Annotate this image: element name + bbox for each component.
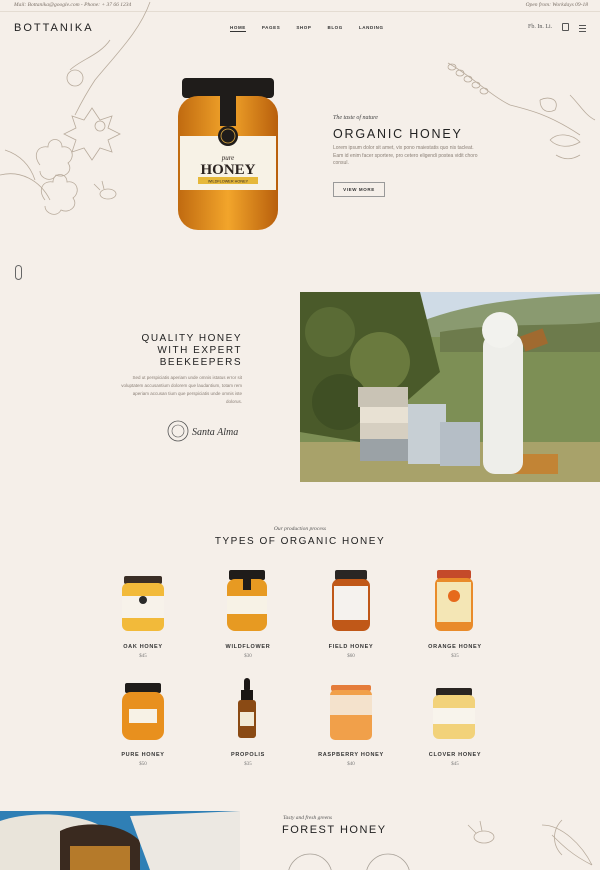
product-name-field-honey[interactable]: FIELD HONEY xyxy=(296,644,406,650)
view-more-button[interactable]: VIEW MORE xyxy=(333,182,385,197)
product-price-clover-honey: $45 xyxy=(451,762,459,767)
nav-pages[interactable]: PAGES xyxy=(262,25,280,32)
jar-label-top: pure xyxy=(221,154,235,162)
product-name-raspberry-honey[interactable]: RASPBERRY HONEY xyxy=(296,752,406,758)
forest-subtitle: Tasty and fresh greens xyxy=(283,815,333,821)
product-name-clover-honey[interactable]: CLOVER HONEY xyxy=(400,752,510,758)
product-price-pure-honey: $50 xyxy=(139,762,147,767)
quality-title-line-2: WITH EXPERT xyxy=(157,345,242,356)
jar-label-sub: WILDFLOWER HONEY xyxy=(208,180,249,184)
product-name-wildflower[interactable]: WILDFLOWER xyxy=(193,644,303,650)
products-title: TYPES OF ORGANIC HONEY xyxy=(214,536,386,547)
hero-title: ORGANIC HONEY xyxy=(333,127,463,141)
product-raspberry-honey-image[interactable] xyxy=(329,685,373,741)
nav-shop[interactable]: SHOP xyxy=(296,25,311,32)
product-price-oak-honey: $45 xyxy=(139,654,147,659)
jar-label-main: HONEY xyxy=(200,162,255,178)
hero-subtitle: The taste of nature xyxy=(333,115,378,121)
product-orange-honey-image[interactable] xyxy=(434,570,474,632)
product-propolis-image[interactable] xyxy=(236,678,258,740)
nav-landing[interactable]: LANDING xyxy=(359,25,384,32)
product-wildflower-image[interactable] xyxy=(226,570,268,632)
product-name-orange-honey[interactable]: ORANGE HONEY xyxy=(400,644,510,650)
beekeeper-photo xyxy=(300,292,600,482)
nav-blog[interactable]: BLOG xyxy=(327,25,342,32)
cart-icon[interactable] xyxy=(562,23,569,31)
product-price-field-honey: $60 xyxy=(347,654,355,659)
main-nav: HOME PAGES SHOP BLOG LANDING xyxy=(230,25,400,32)
product-field-honey-image[interactable] xyxy=(331,570,371,632)
bee-line-art-bottom xyxy=(467,819,593,866)
quality-title-line-3: BEEKEEPERS xyxy=(159,357,242,368)
forest-title: FOREST HONEY xyxy=(282,824,387,836)
product-oak-honey-image[interactable] xyxy=(120,576,166,632)
social-links[interactable]: Fb. In. Li. xyxy=(528,24,552,30)
signature-text: Santa Alma xyxy=(192,427,238,438)
quality-title: QUALITY HONEY WITH EXPERT BEEKEEPERS xyxy=(130,333,242,369)
product-price-raspberry-honey: $40 xyxy=(347,762,355,767)
product-price-wildflower: $30 xyxy=(244,654,252,659)
hero-description: Lorem ipsum dolor sit amet, vix pono mai… xyxy=(333,145,478,166)
product-clover-honey-image[interactable] xyxy=(432,688,476,740)
hero-honey-jar: pure HONEY WILDFLOWER HONEY xyxy=(178,78,278,230)
opening-hours: Open from: Workdays 09-18 xyxy=(525,2,588,8)
signature: Santa Alma xyxy=(167,420,238,442)
product-price-orange-honey: $35 xyxy=(451,654,459,659)
products-subtitle: Our production process xyxy=(273,526,327,532)
product-name-propolis[interactable]: PROPOLIS xyxy=(193,752,303,758)
product-pure-honey-image[interactable] xyxy=(121,683,165,741)
quality-title-line-1: QUALITY HONEY xyxy=(141,333,242,344)
product-price-propolis: $35 xyxy=(244,762,252,767)
forest-honey-photo xyxy=(0,811,240,870)
forest-circle-decor xyxy=(288,853,410,870)
quality-description: Sed ut perspiciatis aperiam unde omnis i… xyxy=(121,375,242,404)
product-name-oak-honey[interactable]: OAK HONEY xyxy=(88,644,198,650)
menu-icon[interactable] xyxy=(579,25,586,34)
flower-line-art-left xyxy=(0,1,151,215)
product-name-pure-honey[interactable]: PURE HONEY xyxy=(88,752,198,758)
nav-home[interactable]: HOME xyxy=(230,25,246,32)
scroll-down-icon[interactable] xyxy=(15,265,22,280)
